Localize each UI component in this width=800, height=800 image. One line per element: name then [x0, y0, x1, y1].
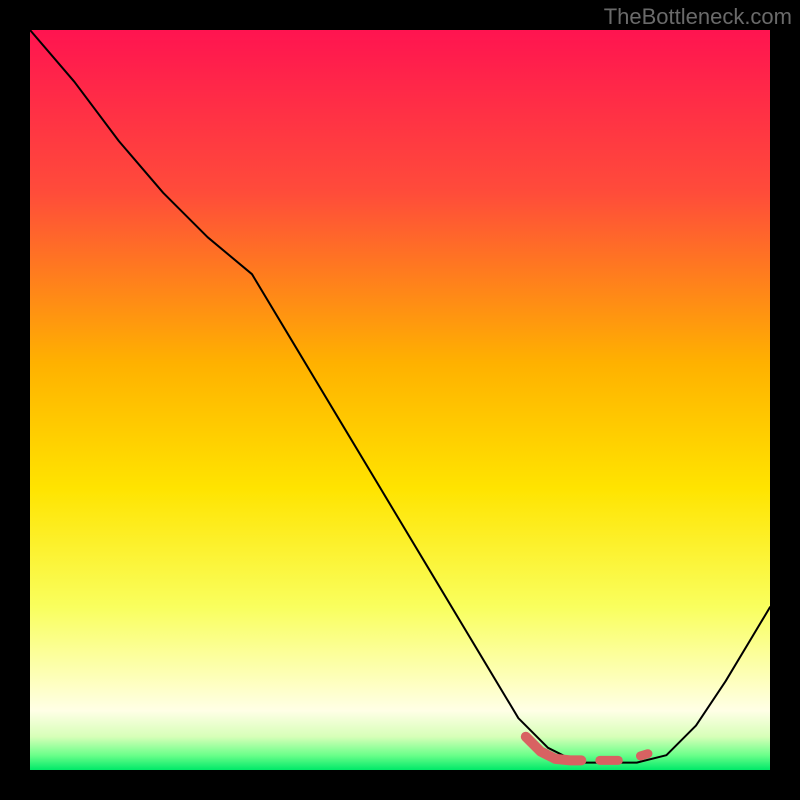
chart-plot-area: [30, 30, 770, 770]
chart-background: [30, 30, 770, 770]
series-highlight-dot: [641, 754, 648, 756]
attribution-text: TheBottleneck.com: [604, 4, 792, 30]
chart-svg: [30, 30, 770, 770]
